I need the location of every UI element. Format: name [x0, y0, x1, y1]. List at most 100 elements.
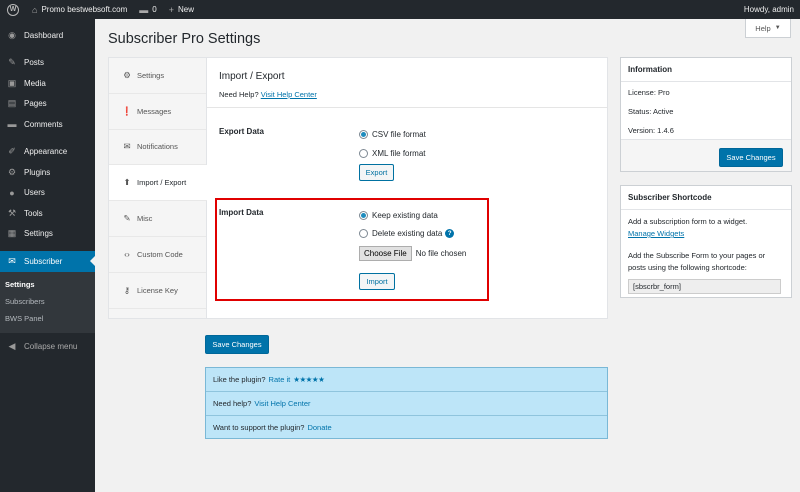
upload-icon: ⬆	[123, 177, 131, 188]
license-text: License: Pro	[628, 88, 670, 97]
new-content-link[interactable]: + New	[163, 0, 200, 19]
sidebar-item-label: Users	[24, 188, 45, 198]
sidebar-item-posts[interactable]: ✎ Posts	[0, 53, 95, 74]
help-tab-button[interactable]: Help ▼	[745, 19, 791, 38]
visit-help-center-link[interactable]: Visit Help Center	[261, 90, 317, 99]
alert-icon: ❗	[121, 105, 133, 116]
widget-text: Add a subscription form to a widget.	[628, 217, 748, 226]
pages-text-1: Add the Subscribe Form to your pages or	[628, 251, 766, 260]
submenu-item-subscribers[interactable]: Subscribers	[0, 293, 95, 310]
sidebar-item-label: Subscriber	[24, 256, 63, 266]
support-row: Want to support the plugin? Donate	[213, 422, 332, 432]
media-icon: ▣	[7, 77, 17, 88]
collapse-icon: ◀	[8, 341, 16, 352]
tab-label: License Key	[137, 285, 178, 295]
key-icon: ⚷	[123, 284, 131, 295]
rate-it-link[interactable]: Rate it	[269, 375, 291, 384]
user-greeting[interactable]: Howdy, admin	[738, 0, 800, 19]
sidebar-item-label: Tools	[24, 208, 43, 218]
version-text: Version: 1.4.6	[628, 126, 674, 135]
sidebar-item-label: Plugins	[24, 167, 51, 177]
gear-icon: ⚙	[123, 69, 131, 80]
rate-plugin-row: Like the plugin? Rate it ★★★★★	[206, 368, 607, 392]
site-name-link[interactable]: ⌂ Promo bestwebsoft.com	[26, 0, 133, 19]
home-icon: ⌂	[32, 4, 38, 15]
sidebar-item-label: Posts	[24, 58, 45, 68]
export-button[interactable]: Export	[359, 164, 394, 181]
admin-bar: W ⌂ Promo bestwebsoft.com ▬ 0 + New Howd…	[0, 0, 800, 19]
caret-down-icon: ▼	[774, 25, 781, 31]
sidebar-item-pages[interactable]: ▤ Pages	[0, 94, 95, 115]
settings-tabs: ⚙ Settings ❗ Messages ✉ Notifications ⬆ Import …	[109, 58, 207, 318]
csv-format-radio[interactable]: CSV file format	[359, 130, 426, 139]
sidebar-item-users[interactable]: ● Users	[0, 183, 95, 204]
pin-icon: ✎	[8, 57, 16, 68]
tab-misc[interactable]: ✎ Misc	[109, 201, 206, 237]
visit-help-center-link[interactable]: Visit Help Center	[254, 399, 310, 408]
tab-label: Notifications	[137, 142, 178, 152]
submenu-item-settings[interactable]: Settings	[0, 276, 95, 293]
divider	[207, 107, 607, 108]
sidebar-item-tools[interactable]: ⚒ Tools	[0, 203, 95, 224]
tab-custom-code[interactable]: ‹› Custom Code	[109, 237, 206, 273]
radio-unchecked[interactable]	[359, 149, 368, 158]
collapse-menu-button[interactable]: ◀ Collapse menu	[0, 337, 95, 358]
tab-label: Custom Code	[137, 249, 183, 259]
tab-label: Messages	[137, 106, 172, 116]
export-data-label: Export Data	[219, 127, 264, 136]
tab-license-key[interactable]: ⚷ License Key	[109, 273, 206, 309]
sidebar-item-comments[interactable]: ▬ Comments	[0, 114, 95, 135]
xml-format-radio[interactable]: XML file format	[359, 149, 426, 158]
subscriber-submenu: Settings Subscribers BWS Panel	[0, 271, 95, 333]
shortcode-field[interactable]: [sbscrbr_form]	[628, 279, 781, 294]
import-data-highlight-box	[215, 198, 489, 301]
sidebar-item-media[interactable]: ▣ Media	[0, 73, 95, 94]
sidebar-item-label: Pages	[24, 99, 47, 109]
sidebar-item-appearance[interactable]: ✐ Appearance	[0, 142, 95, 163]
comments-link[interactable]: ▬ 0	[133, 0, 162, 19]
dashboard-icon: ◉	[8, 29, 16, 40]
save-changes-button-sidebar[interactable]: Save Changes	[719, 148, 783, 167]
code-icon: ‹›	[124, 249, 130, 260]
comment-icon: ▬	[7, 119, 17, 130]
users-icon: ●	[9, 187, 15, 198]
donate-link[interactable]: Donate	[307, 423, 331, 432]
page-title: Subscriber Pro Settings	[108, 31, 261, 47]
manage-widgets-line: Manage Widgets	[628, 229, 684, 238]
page-icon: ▤	[7, 98, 17, 109]
star-rating-icon[interactable]: ★★★★★	[293, 375, 325, 384]
radio-checked[interactable]	[359, 130, 368, 139]
wordpress-logo-icon[interactable]: W	[0, 0, 26, 19]
wrench-icon: ⚒	[7, 207, 17, 218]
information-title: Information	[621, 58, 791, 82]
need-help-text: Need Help? Visit Help Center	[219, 90, 317, 99]
envelope-icon: ✉	[8, 255, 16, 266]
submenu-item-bws-panel[interactable]: BWS Panel	[0, 310, 95, 327]
sidebar-item-label: Media	[24, 78, 46, 88]
tab-label: Misc	[137, 214, 153, 224]
save-changes-button[interactable]: Save Changes	[205, 335, 269, 354]
admin-sidebar: ◉ Dashboard ✎ Posts ▣ Media ▤ Pages ▬ Comments ✐ Ap…	[0, 19, 95, 492]
sidebar-item-subscriber[interactable]: ✉ Subscriber	[0, 251, 95, 272]
status-text: Status: Active	[628, 107, 674, 116]
tab-notifications[interactable]: ✉ Notifications	[109, 130, 206, 166]
plugin-icon: ⚙	[7, 166, 17, 177]
plugin-promo-box: Like the plugin? Rate it ★★★★★ Need help…	[205, 367, 608, 439]
sidebar-item-dashboard[interactable]: ◉ Dashboard	[0, 25, 95, 46]
tab-import-export[interactable]: ⬆ Import / Export	[109, 165, 207, 202]
tab-label: Settings	[137, 70, 165, 80]
sidebar-item-plugins[interactable]: ⚙ Plugins	[0, 162, 95, 183]
tab-label: Import / Export	[137, 178, 187, 188]
envelope-icon: ✉	[123, 141, 131, 152]
section-heading: Import / Export	[219, 71, 285, 82]
need-help-row: Need help? Visit Help Center	[206, 392, 607, 416]
subscriber-shortcode-box: Subscriber Shortcode Add a subscription …	[620, 185, 792, 298]
information-box: Information License: Pro Status: Active …	[620, 57, 792, 172]
sidebar-item-label: Settings	[24, 229, 53, 239]
manage-widgets-link[interactable]: Manage Widgets	[628, 229, 684, 238]
tab-messages[interactable]: ❗ Messages	[109, 94, 206, 130]
sidebar-item-settings[interactable]: ▦ Settings	[0, 224, 95, 245]
sidebar-item-label: Appearance	[24, 147, 68, 157]
settings-icon: ▦	[7, 228, 17, 239]
tab-settings[interactable]: ⚙ Settings	[109, 58, 206, 94]
